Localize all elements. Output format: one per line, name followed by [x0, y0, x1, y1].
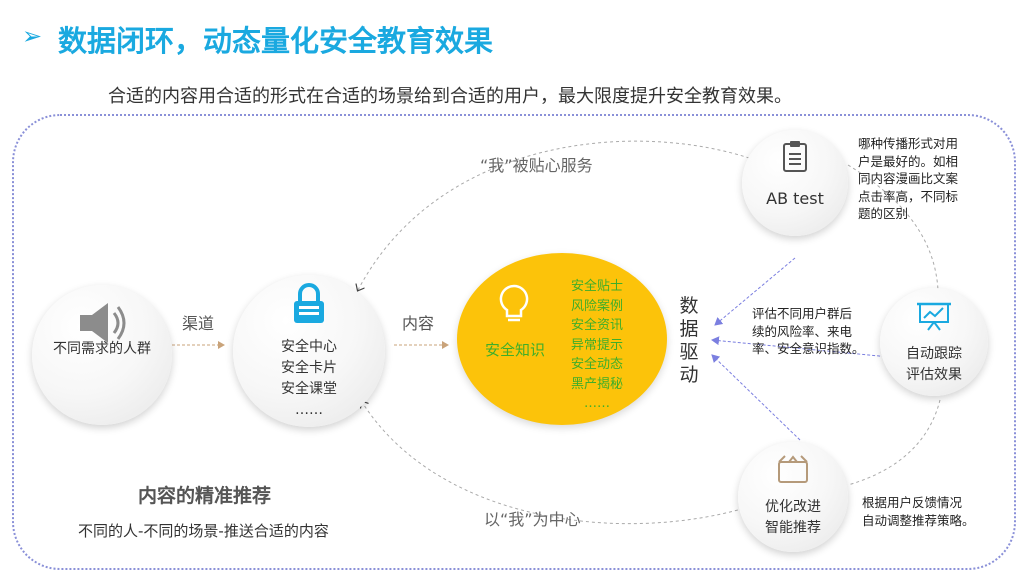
footer-text: 不同的人-不同的场景-推送合适的内容	[78, 522, 329, 540]
knowledge-item: ……	[584, 396, 610, 411]
knowledge-label: 安全知识	[485, 341, 546, 359]
channel-line-4: ……	[295, 402, 323, 418]
content-label: 内容	[402, 314, 435, 333]
channel-line-3: 安全课堂	[281, 381, 337, 397]
centered-label: 以“我”为中心	[484, 510, 581, 529]
tracking-node: 自动跟踪 评估效果	[880, 288, 988, 396]
knowledge-item: 安全动态	[571, 357, 624, 372]
tracking-note: 评估不同用户群后 续的风险率、来电 率、安全意识指数。	[752, 306, 865, 356]
audience-label: 不同需求的人群	[53, 341, 151, 357]
lightbulb-icon	[499, 284, 529, 322]
audience-node: 不同需求的人群	[32, 285, 172, 425]
optimize-node: 优化改进 智能推荐	[738, 442, 848, 552]
channel-node: 安全中心 安全卡片 安全课堂 ……	[233, 275, 385, 427]
channel-label: 渠道	[182, 314, 215, 333]
optimize-note: 根据用户反馈情况 自动调整推荐策略。	[862, 495, 975, 528]
footer-heading: 内容的精准推荐	[138, 485, 272, 507]
channel-line-1: 安全中心	[281, 339, 337, 355]
clipboard-icon	[783, 141, 807, 172]
knowledge-item: 安全贴士	[571, 279, 624, 294]
served-label: “我”被贴心服务	[480, 156, 593, 175]
tracking-line-2: 评估效果	[906, 367, 962, 383]
abtest-note: 哪种传播形式对用 户是最好的。如相 同内容漫画比文案 点击率高，不同标 题的区别	[858, 136, 959, 221]
optimize-line-1: 优化改进	[765, 499, 821, 515]
tracking-line-1: 自动跟踪	[906, 346, 962, 362]
knowledge-node: 安全知识 安全贴士 风险案例 安全资讯 异常提示 安全动态 黑产揭秘 ……	[457, 253, 667, 425]
data-driven-label: 数 据 驱 动	[679, 295, 699, 386]
channel-line-2: 安全卡片	[281, 360, 337, 376]
knowledge-item: 风险案例	[571, 298, 624, 314]
knowledge-item: 黑产揭秘	[571, 376, 624, 392]
abtest-node: AB test	[742, 130, 848, 236]
knowledge-item: 异常提示	[571, 337, 624, 353]
abtest-label: AB test	[766, 189, 824, 208]
data-arrow-3	[711, 354, 801, 441]
optimize-line-2: 智能推荐	[765, 520, 821, 536]
knowledge-item: 安全资讯	[571, 318, 624, 333]
presentation-chart-icon	[917, 302, 951, 331]
lock-icon	[294, 283, 324, 323]
box-icon	[778, 455, 808, 483]
right-loop-arc-bottom	[847, 399, 941, 486]
knowledge-items: 安全贴士 风险案例 安全资讯 异常提示 安全动态 黑产揭秘 ……	[571, 277, 623, 414]
